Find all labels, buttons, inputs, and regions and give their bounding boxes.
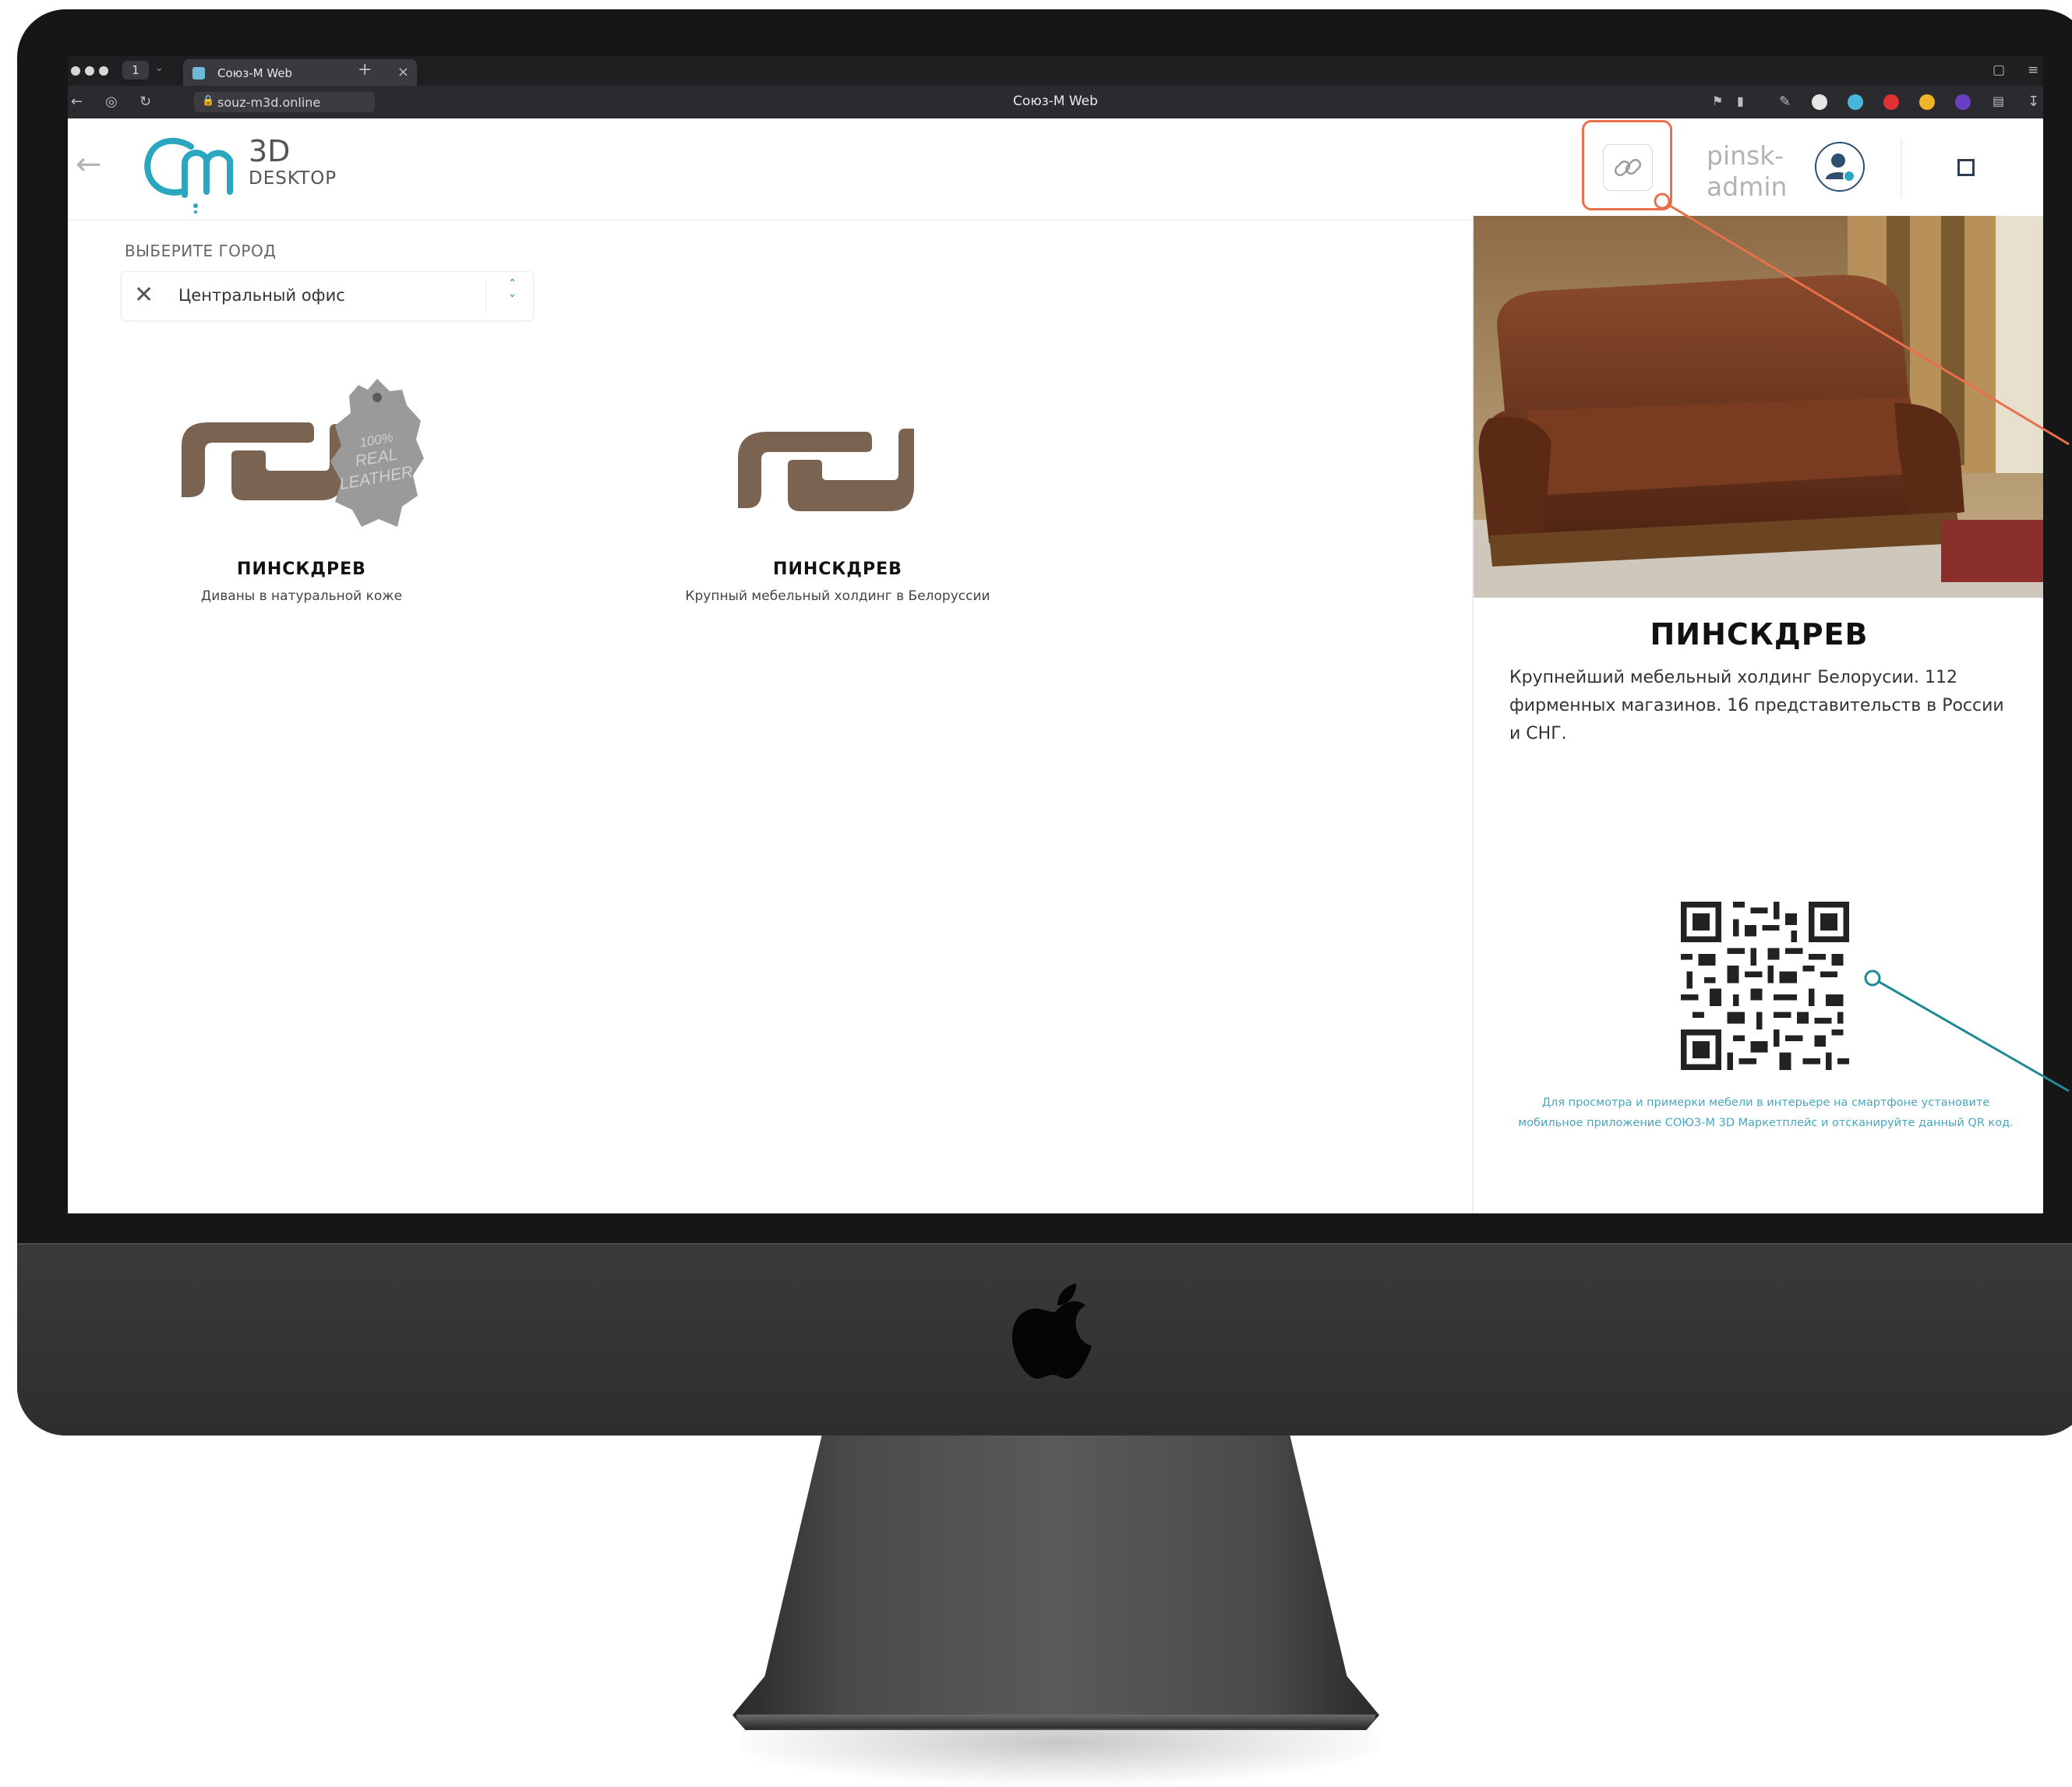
brand-logo-wrap xyxy=(666,383,1009,539)
sofa-photo xyxy=(1474,216,2043,598)
clear-icon[interactable]: ✕ xyxy=(134,281,154,309)
souz-m-logo-icon xyxy=(144,137,233,214)
logo-desktop-text: DESKTOP xyxy=(249,168,337,189)
tab-search-icon[interactable]: ▢ xyxy=(1993,62,2005,78)
brand-card[interactable]: 100% REAL LEATHER ПИНСКДРЕВ Диваны в нат… xyxy=(177,379,426,604)
browser-address-bar: ← ◎ ↻ 🔒 souz-m3d.online Союз-М Web ⚑ ▮ ✎… xyxy=(68,86,2043,118)
apple-logo-icon xyxy=(1012,1284,1092,1379)
header-divider xyxy=(1901,139,1902,198)
screen: 1 ⌄ Союз-М Web × + ▢ ≡ ← ◎ ↻ 🔒 souz-m3d.… xyxy=(68,56,2043,1213)
new-tab-icon[interactable]: + xyxy=(358,60,372,79)
chin-divider xyxy=(17,1243,2072,1245)
extension-icon[interactable] xyxy=(1883,94,1899,110)
select-separator xyxy=(485,278,486,314)
brand-description: Крупный мебельный холдинг в Белоруссии xyxy=(685,588,990,604)
user-name-line2: admin xyxy=(1707,171,1788,202)
tab-count-button[interactable]: 1 xyxy=(122,61,149,79)
monitor-stand-base xyxy=(736,1715,1375,1729)
tab-favicon-icon xyxy=(192,67,205,79)
monitor-stand xyxy=(732,1430,1379,1730)
extension-icon[interactable] xyxy=(1919,94,1935,110)
tab-close-icon[interactable]: × xyxy=(397,64,409,80)
leather-tag-icon: 100% REAL LEATHER xyxy=(330,379,424,527)
menu-icon[interactable]: ≡ xyxy=(2028,62,2038,78)
brand-description: Диваны в натуральной коже xyxy=(200,588,403,604)
eyedropper-icon[interactable]: ✎ xyxy=(1779,94,1791,110)
qr-code[interactable] xyxy=(1681,902,1849,1070)
app-header: ← 3D DESKTOP pinsk- admin xyxy=(68,118,2043,221)
browser-tab[interactable]: Союз-М Web × xyxy=(183,59,417,86)
brand-name: ПИНСКДРЕВ xyxy=(237,560,366,579)
user-name-line1: pinsk- xyxy=(1707,140,1784,171)
back-arrow-icon[interactable]: ← xyxy=(76,147,102,182)
extension-icon[interactable] xyxy=(1955,94,1971,110)
window-title: Союз-М Web xyxy=(1013,94,1098,109)
brand-name: ПИНСКДРЕВ xyxy=(773,560,902,579)
brand-details-panel: ПИНСКДРЕВ Крупнейший мебельный холдинг Б… xyxy=(1472,216,2043,1213)
select-arrows-icon[interactable]: ˆˇ xyxy=(509,278,516,309)
link-icon xyxy=(1614,158,1642,177)
user-avatar[interactable] xyxy=(1815,142,1865,192)
window-zoom-dot[interactable] xyxy=(99,66,108,76)
translate-icon[interactable]: ⚑ xyxy=(1712,94,1723,108)
city-select[interactable]: ✕ Центральный офис ˆˇ xyxy=(121,271,534,321)
city-label: ВЫБЕРИТЕ ГОРОД xyxy=(125,242,277,260)
user-gear-icon xyxy=(1826,154,1855,182)
window-minimize-dot[interactable] xyxy=(85,66,94,76)
window-mode-button[interactable] xyxy=(1957,159,1975,176)
details-title: ПИНСКДРЕВ xyxy=(1650,617,1869,652)
qr-hint-text: Для просмотра и примерки мебели в интерь… xyxy=(1518,1097,2014,1129)
brand-logo-icon xyxy=(738,429,914,511)
logo-3d-text: 3D xyxy=(249,134,291,168)
link-button-frame xyxy=(1603,144,1653,191)
download-icon[interactable]: ↧ xyxy=(2028,94,2039,110)
details-description: Крупнейший мебельный холдинг Белорусии. … xyxy=(1509,668,2004,743)
extension-icon[interactable] xyxy=(1812,94,1827,110)
extension-icon[interactable] xyxy=(1848,94,1863,110)
chevron-down-icon[interactable]: ⌄ xyxy=(155,62,164,74)
tab-title: Союз-М Web xyxy=(217,66,293,80)
browser-tab-bar: 1 ⌄ Союз-М Web × + ▢ ≡ xyxy=(68,56,2043,86)
brand-logo-wrap: 100% REAL LEATHER xyxy=(177,379,426,539)
bookmark-icon[interactable]: ▮ xyxy=(1737,94,1744,108)
user-name: pinsk- admin xyxy=(1707,140,1787,203)
window-close-dot[interactable] xyxy=(71,66,80,76)
brand-card[interactable]: ПИНСКДРЕВ Крупный мебельный холдинг в Бе… xyxy=(666,383,1009,604)
city-value: Центральный офис xyxy=(178,286,345,305)
share-link-button[interactable] xyxy=(1582,120,1672,210)
reading-list-icon[interactable]: ▤ xyxy=(1993,94,2004,108)
